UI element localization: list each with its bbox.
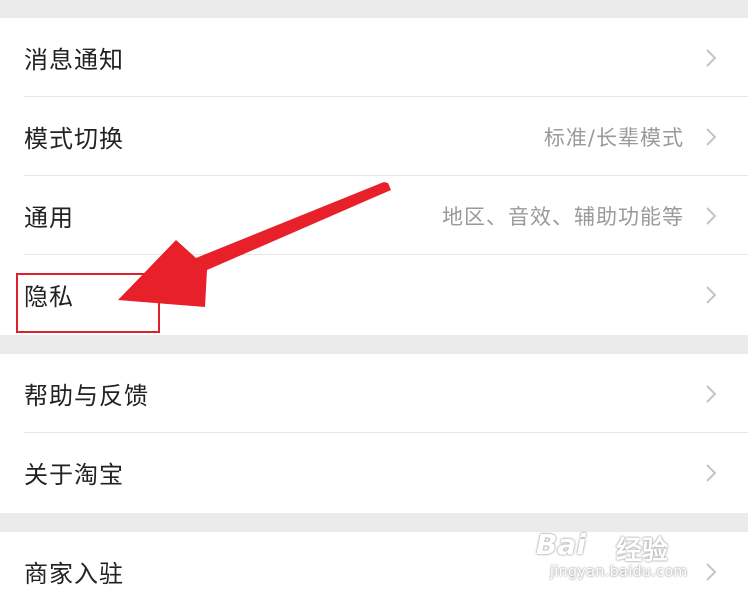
settings-group-2: 帮助与反馈 关于淘宝 bbox=[0, 354, 748, 513]
row-about-taobao[interactable]: 关于淘宝 bbox=[0, 433, 748, 512]
row-label: 商家入驻 bbox=[24, 560, 124, 588]
watermark-service: 经验 bbox=[616, 536, 669, 566]
row-label: 模式切换 bbox=[24, 125, 124, 153]
row-help-feedback[interactable]: 帮助与反馈 bbox=[0, 354, 748, 433]
row-value: 地区、音效、辅助功能等 bbox=[442, 204, 684, 229]
row-mode-switch[interactable]: 模式切换 标准/长辈模式 bbox=[0, 97, 748, 176]
chevron-right-icon bbox=[704, 383, 718, 405]
row-notifications[interactable]: 消息通知 bbox=[0, 18, 748, 97]
chevron-right-icon bbox=[704, 205, 718, 227]
watermark: Bai 经验 jingyan.baidu.com bbox=[528, 520, 718, 590]
row-general[interactable]: 通用 地区、音效、辅助功能等 bbox=[0, 176, 748, 255]
watermark-brand: Bai bbox=[536, 528, 586, 561]
chevron-right-icon bbox=[704, 47, 718, 69]
settings-page: 消息通知 模式切换 标准/长辈模式 通用 地区、音效、辅助功能等 隐私 帮助与反… bbox=[0, 0, 748, 600]
highlight-box bbox=[16, 273, 160, 333]
row-label: 关于淘宝 bbox=[24, 461, 124, 489]
row-label: 消息通知 bbox=[24, 46, 124, 74]
chevron-right-icon bbox=[704, 126, 718, 148]
row-label: 通用 bbox=[24, 204, 74, 232]
chevron-right-icon bbox=[704, 284, 718, 306]
chevron-right-icon bbox=[704, 462, 718, 484]
row-label: 帮助与反馈 bbox=[24, 382, 149, 410]
watermark-url: jingyan.baidu.com bbox=[550, 564, 688, 580]
row-value: 标准/长辈模式 bbox=[543, 125, 684, 150]
